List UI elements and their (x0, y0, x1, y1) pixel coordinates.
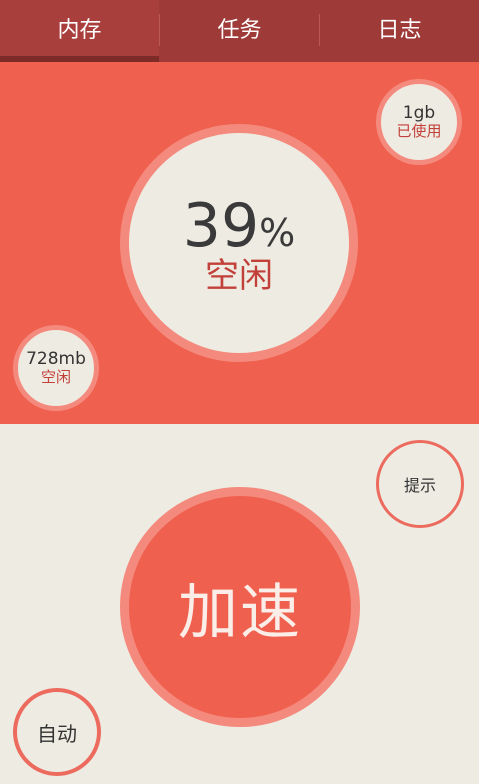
accelerate-label: 加速 (178, 577, 302, 648)
free-percent-label: 空闲 (205, 255, 273, 296)
free-percent-readout: 39 % (183, 196, 295, 256)
tab-tasks[interactable]: 任务 (160, 0, 319, 56)
free-percent-value: 39 (182, 190, 260, 261)
free-memory-badge: 728mb 空闲 (13, 325, 99, 411)
used-memory-badge: 1gb 已使用 (376, 79, 462, 165)
tab-bar: 内存 任务 日志 (0, 0, 479, 62)
used-memory-value: 1gb (402, 103, 436, 124)
auto-button[interactable]: 自动 (13, 688, 101, 776)
free-memory-value: 728mb (26, 349, 86, 370)
free-percent-gauge: 39 % 空闲 (120, 124, 358, 362)
tab-logs[interactable]: 日志 (320, 0, 479, 56)
hint-button[interactable]: 提示 (376, 440, 464, 528)
free-memory-label: 空闲 (40, 368, 71, 387)
accelerate-button[interactable]: 加速 (120, 487, 360, 727)
percent-sign: % (259, 210, 296, 255)
tab-memory[interactable]: 内存 (0, 0, 159, 56)
used-memory-label: 已使用 (396, 122, 442, 141)
